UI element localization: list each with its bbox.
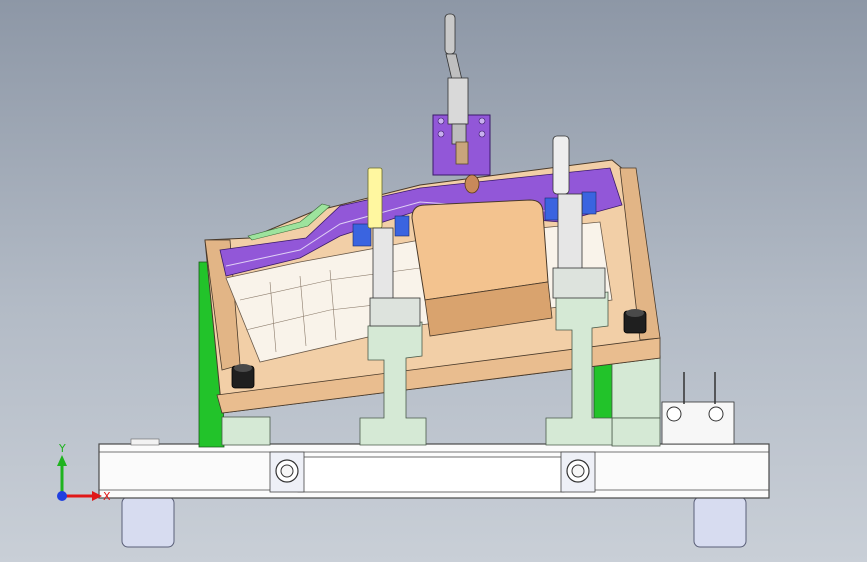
base-bushing-right [560, 451, 596, 493]
pin-bracket [661, 372, 735, 445]
triad-y-label: Y [58, 442, 66, 455]
cad-3d-viewport[interactable]: Y X [0, 0, 867, 562]
base-plate[interactable] [98, 438, 770, 499]
bumper-left [231, 364, 255, 389]
bumper-right [623, 309, 647, 334]
triad-x-label: X [103, 490, 111, 503]
base-bushing-left [269, 451, 305, 493]
foot-right [693, 496, 747, 548]
leveling-feet [121, 496, 747, 548]
foot-left [121, 496, 175, 548]
center-block [411, 199, 553, 337]
